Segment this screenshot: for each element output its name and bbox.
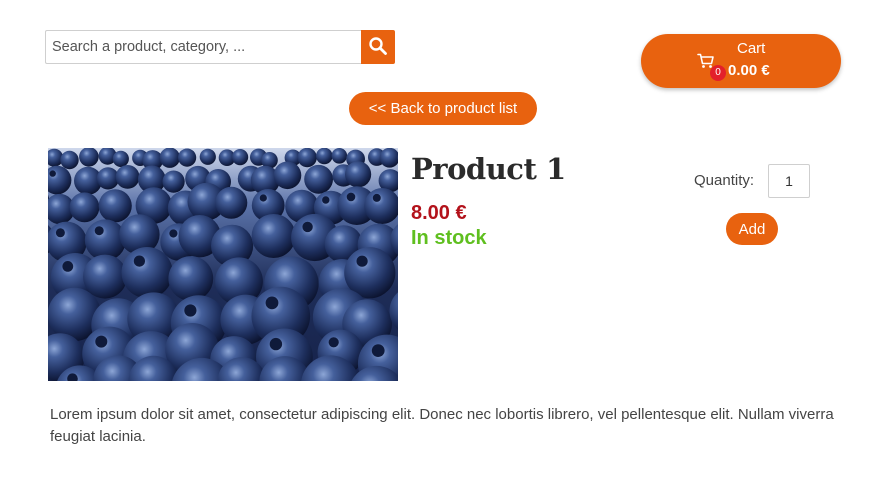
blueberry-crown — [169, 229, 178, 238]
cart-label: Cart — [737, 40, 766, 57]
stock-status: In stock — [411, 227, 487, 249]
blueberry — [98, 189, 132, 223]
blueberry — [297, 148, 317, 168]
blueberry — [69, 192, 100, 223]
blueberry-crown — [259, 194, 267, 202]
blueberry-crown — [356, 255, 368, 267]
blueberry — [115, 165, 140, 189]
blueberry-crown — [49, 170, 56, 177]
blueberry-crown — [55, 228, 65, 238]
blueberry-crown — [269, 337, 283, 351]
quantity-input[interactable] — [768, 164, 810, 198]
blueberry-crown — [184, 304, 197, 317]
search-icon — [368, 36, 388, 59]
blueberry — [273, 161, 302, 190]
search-bar — [45, 30, 395, 64]
blueberry — [162, 170, 185, 193]
blueberry — [215, 186, 248, 219]
blueberry — [112, 150, 129, 167]
search-input[interactable] — [45, 30, 361, 64]
blueberry — [232, 149, 249, 166]
blueberry — [199, 148, 216, 165]
blueberry-crown — [94, 226, 104, 236]
blueberry — [84, 219, 126, 261]
blueberry — [168, 256, 214, 301]
back-to-list-button[interactable]: << Back to product list — [349, 92, 537, 125]
blueberry — [121, 247, 173, 299]
blueberry-crown — [322, 196, 330, 204]
blueberry-crown — [346, 192, 356, 202]
blueberry — [304, 164, 333, 194]
blueberry-crown — [133, 255, 145, 267]
cart-total: 0.00 € — [728, 62, 770, 79]
product-image — [48, 148, 398, 381]
blueberry — [178, 148, 197, 167]
blueberry-crown — [328, 337, 339, 348]
blueberry — [331, 148, 348, 164]
blueberry — [251, 214, 296, 258]
cart-count-badge: 0 — [710, 65, 726, 81]
product-price: 8.00 € — [411, 202, 467, 224]
blueberry — [316, 148, 333, 165]
blueberry-crown — [372, 193, 381, 202]
blueberry-crown — [265, 296, 279, 310]
blueberry — [83, 254, 127, 299]
cart-button[interactable]: Cart 0 0.00 € — [641, 34, 841, 88]
add-to-cart-button[interactable]: Add — [726, 213, 778, 245]
product-title: Product 1 — [411, 152, 566, 186]
blueberry-crown — [302, 221, 313, 233]
search-button[interactable] — [361, 30, 395, 64]
blueberry-crown — [62, 261, 74, 272]
blueberry — [345, 161, 372, 188]
blueberry-crown — [95, 335, 108, 348]
quantity-label: Quantity: — [694, 172, 755, 189]
blueberry — [96, 167, 120, 190]
product-description: Lorem ipsum dolor sit amet, consectetur … — [50, 406, 834, 445]
blueberry-crown — [371, 344, 385, 357]
blueberry — [159, 148, 180, 168]
blueberry — [60, 150, 79, 170]
